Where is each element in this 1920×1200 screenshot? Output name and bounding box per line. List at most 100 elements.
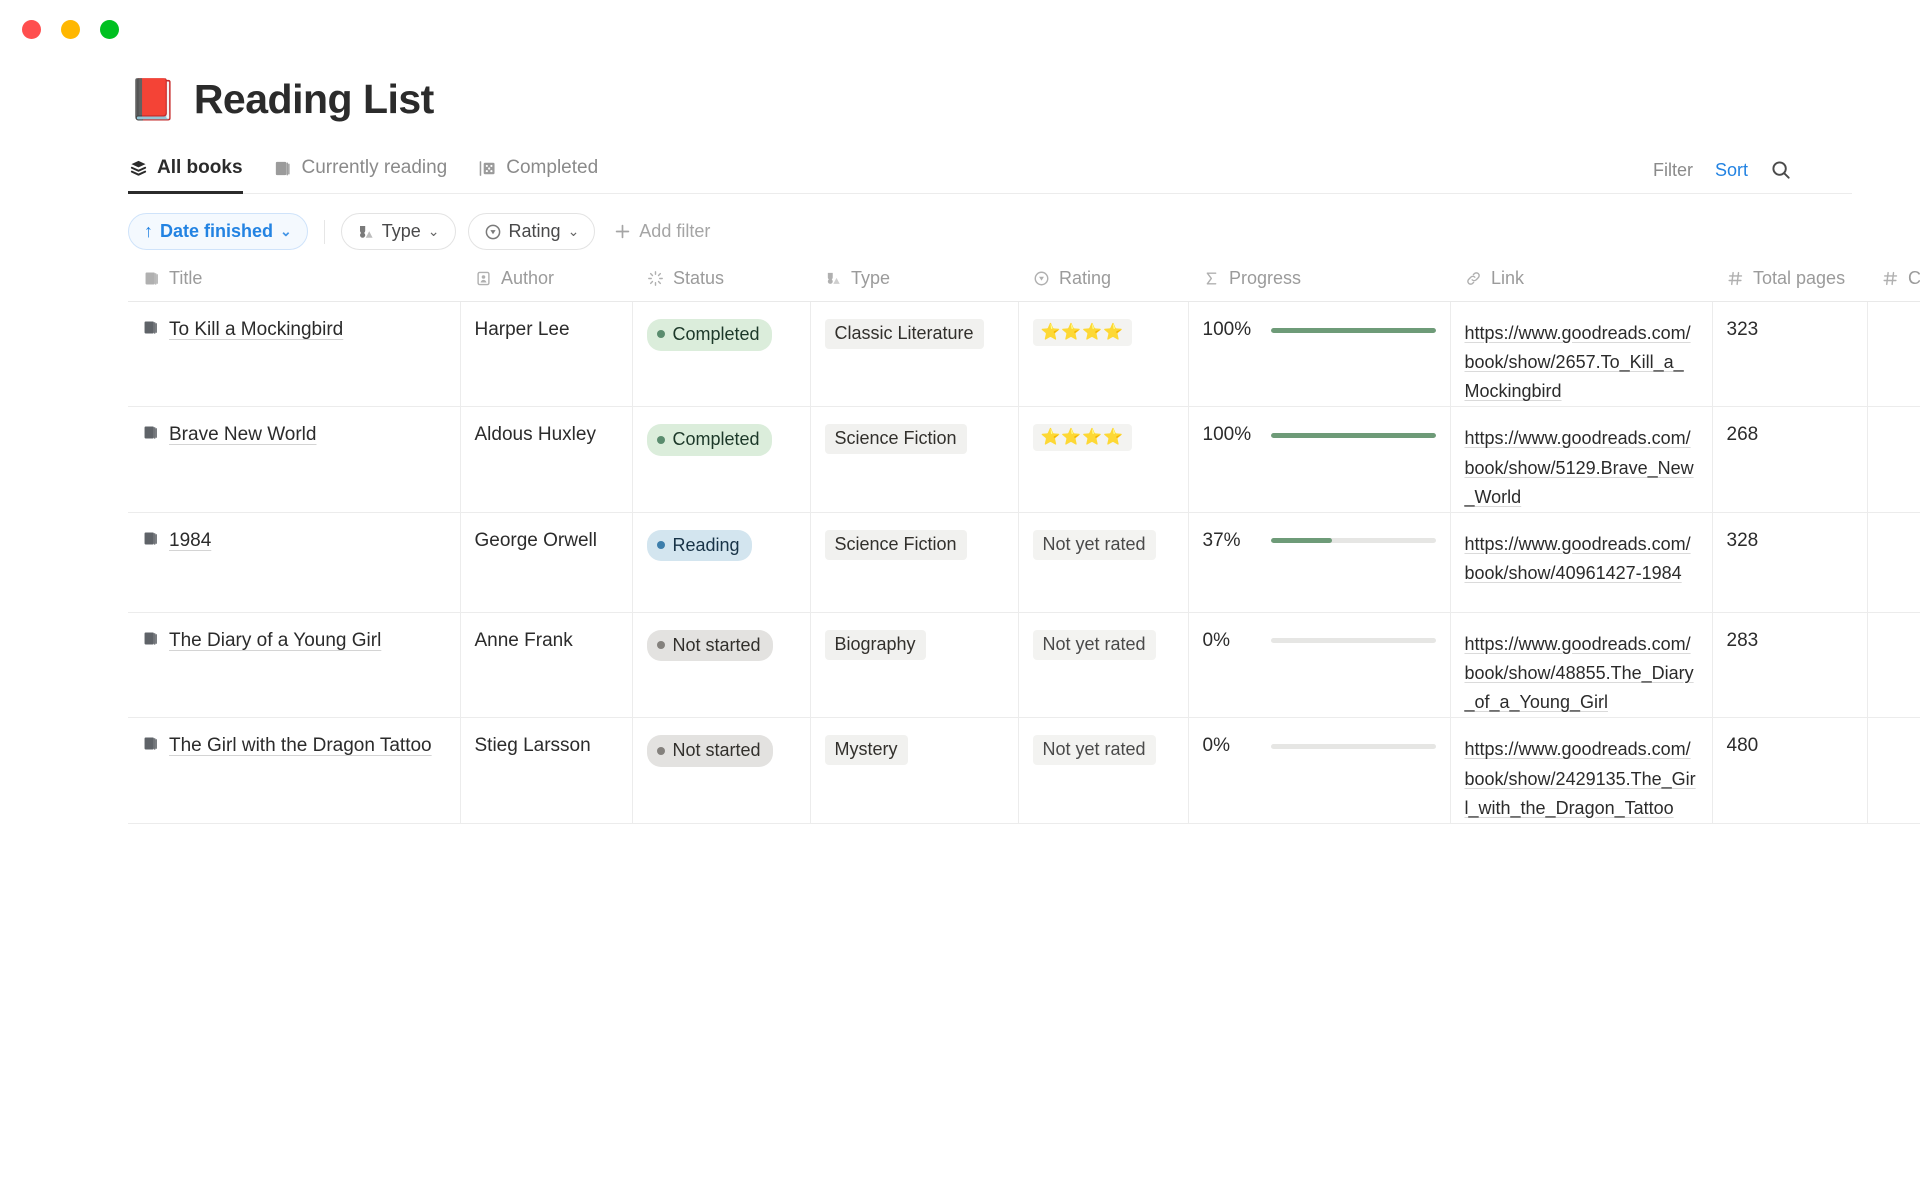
col-header-status[interactable]: Status bbox=[632, 264, 810, 302]
cell-title[interactable]: The Girl with the Dragon Tattoo bbox=[128, 717, 461, 824]
cell-rating[interactable]: ⭐⭐⭐⭐ bbox=[1018, 301, 1189, 408]
cell-rating[interactable]: Not yet rated bbox=[1018, 612, 1189, 719]
sort-button[interactable]: Sort bbox=[1715, 160, 1748, 181]
cell-rating[interactable]: Not yet rated bbox=[1018, 717, 1189, 824]
cell-type[interactable]: Science Fiction bbox=[810, 512, 1019, 613]
book-title-link[interactable]: The Girl with the Dragon Tattoo bbox=[169, 735, 432, 757]
cell-status[interactable]: Reading bbox=[632, 512, 811, 613]
type-tag[interactable]: Biography bbox=[824, 629, 926, 660]
rating-not-rated[interactable]: Not yet rated bbox=[1032, 529, 1156, 560]
cell-clipped[interactable] bbox=[1867, 717, 1920, 824]
col-header-clipped[interactable]: C bbox=[1867, 264, 1920, 302]
status-badge[interactable]: Reading bbox=[646, 529, 752, 562]
filter-chip-type[interactable]: Type ⌄ bbox=[340, 213, 456, 250]
cell-type[interactable]: Mystery bbox=[810, 717, 1019, 824]
status-badge[interactable]: Not started bbox=[646, 629, 773, 662]
cell-rating[interactable]: Not yet rated bbox=[1018, 512, 1189, 613]
status-badge[interactable]: Not started bbox=[646, 735, 773, 767]
cell-total-pages[interactable]: 268 bbox=[1712, 406, 1868, 513]
minimize-window-button[interactable] bbox=[61, 19, 80, 39]
cell-clipped[interactable] bbox=[1867, 301, 1920, 408]
cell-progress[interactable]: 100% bbox=[1188, 406, 1451, 513]
cell-title[interactable]: 1984 bbox=[128, 512, 461, 613]
book-url-link[interactable]: https://www.goodreads.com/book/show/4096… bbox=[1465, 534, 1691, 583]
book-url-link[interactable]: https://www.goodreads.com/book/show/2657… bbox=[1465, 323, 1691, 401]
tab-label: All books bbox=[157, 157, 243, 178]
cell-link[interactable]: https://www.goodreads.com/book/show/5129… bbox=[1450, 406, 1713, 513]
col-header-total-pages[interactable]: Total pages bbox=[1712, 264, 1867, 302]
col-header-rating[interactable]: Rating bbox=[1018, 264, 1188, 302]
cell-progress[interactable]: 100% bbox=[1188, 301, 1451, 408]
status-badge[interactable]: Completed bbox=[646, 319, 772, 351]
cell-total-pages[interactable]: 283 bbox=[1712, 612, 1868, 719]
book-url-link[interactable]: https://www.goodreads.com/book/show/2429… bbox=[1465, 739, 1696, 817]
maximize-window-button[interactable] bbox=[100, 19, 119, 39]
col-header-link[interactable]: Link bbox=[1450, 264, 1712, 302]
cell-link[interactable]: https://www.goodreads.com/book/show/2657… bbox=[1450, 301, 1713, 408]
cell-type[interactable]: Classic Literature bbox=[810, 301, 1019, 408]
cell-progress[interactable]: 0% bbox=[1188, 612, 1451, 719]
cell-status[interactable]: Completed bbox=[632, 301, 811, 408]
book-title-link[interactable]: Brave New World bbox=[169, 424, 316, 446]
cell-clipped[interactable] bbox=[1867, 406, 1920, 513]
tab-all-books[interactable]: All books bbox=[128, 157, 243, 194]
table-row[interactable]: 1984 George Orwell Reading Science Fiction N… bbox=[128, 512, 1920, 613]
type-tag[interactable]: Science Fiction bbox=[824, 424, 967, 455]
rating-stars[interactable]: ⭐⭐⭐⭐ bbox=[1032, 424, 1133, 452]
cell-author[interactable]: Aldous Huxley bbox=[460, 406, 633, 513]
close-window-button[interactable] bbox=[22, 19, 41, 39]
status-badge[interactable]: Completed bbox=[646, 424, 772, 456]
cell-total-pages[interactable]: 480 bbox=[1712, 717, 1868, 824]
filter-button[interactable]: Filter bbox=[1653, 160, 1693, 181]
table-row[interactable]: The Girl with the Dragon Tattoo Stieg Lar… bbox=[128, 717, 1920, 824]
cell-status[interactable]: Not started bbox=[632, 612, 811, 719]
tab-currently-reading[interactable]: Currently reading bbox=[273, 157, 447, 194]
table-row[interactable]: The Diary of a Young Girl Anne Frank Not s… bbox=[128, 612, 1920, 719]
cell-title[interactable]: The Diary of a Young Girl bbox=[128, 612, 461, 719]
type-tag[interactable]: Mystery bbox=[824, 735, 908, 766]
cell-progress[interactable]: 37% bbox=[1188, 512, 1451, 613]
cell-type[interactable]: Biography bbox=[810, 612, 1019, 719]
page-body: 📕 Reading List All books Currently readi… bbox=[0, 76, 1920, 824]
filter-chip-rating[interactable]: Rating ⌄ bbox=[467, 213, 596, 250]
cell-total-pages[interactable]: 328 bbox=[1712, 512, 1868, 613]
cell-link[interactable]: https://www.goodreads.com/book/show/4885… bbox=[1450, 612, 1713, 719]
cell-status[interactable]: Completed bbox=[632, 406, 811, 513]
cell-rating[interactable]: ⭐⭐⭐⭐ bbox=[1018, 406, 1189, 513]
cell-author[interactable]: Anne Frank bbox=[460, 612, 633, 719]
table-row[interactable]: To Kill a Mockingbird Harper Lee Completed… bbox=[128, 301, 1920, 408]
type-tag[interactable]: Classic Literature bbox=[824, 319, 984, 349]
cell-author[interactable]: Harper Lee bbox=[460, 301, 633, 408]
cell-status[interactable]: Not started bbox=[632, 717, 811, 824]
rating-not-rated[interactable]: Not yet rated bbox=[1032, 735, 1156, 766]
book-url-link[interactable]: https://www.goodreads.com/book/show/5129… bbox=[1465, 428, 1694, 506]
cell-total-pages[interactable]: 323 bbox=[1712, 301, 1868, 408]
col-header-progress[interactable]: Progress bbox=[1188, 264, 1450, 302]
tab-completed[interactable]: Completed bbox=[477, 157, 598, 194]
cell-author[interactable]: Stieg Larsson bbox=[460, 717, 633, 824]
book-title-link[interactable]: To Kill a Mockingbird bbox=[169, 319, 343, 341]
cell-type[interactable]: Science Fiction bbox=[810, 406, 1019, 513]
search-icon[interactable] bbox=[1770, 159, 1792, 181]
type-tag[interactable]: Science Fiction bbox=[824, 529, 967, 560]
cell-title[interactable]: Brave New World bbox=[128, 406, 461, 513]
cell-author[interactable]: George Orwell bbox=[460, 512, 633, 613]
book-title-link[interactable]: 1984 bbox=[169, 530, 211, 552]
cell-title[interactable]: To Kill a Mockingbird bbox=[128, 301, 461, 408]
sort-chip-date-finished[interactable]: ↑ Date finished ⌄ bbox=[128, 213, 308, 250]
book-title-link[interactable]: The Diary of a Young Girl bbox=[169, 630, 381, 652]
add-filter-button[interactable]: Add filter bbox=[607, 221, 716, 242]
col-header-author[interactable]: Author bbox=[460, 264, 632, 302]
add-filter-label: Add filter bbox=[639, 221, 711, 241]
book-url-link[interactable]: https://www.goodreads.com/book/show/4885… bbox=[1465, 634, 1694, 712]
cell-link[interactable]: https://www.goodreads.com/book/show/2429… bbox=[1450, 717, 1713, 824]
rating-stars[interactable]: ⭐⭐⭐⭐ bbox=[1032, 319, 1133, 346]
col-header-title[interactable]: Title bbox=[128, 264, 460, 302]
col-header-type[interactable]: Type bbox=[810, 264, 1018, 302]
cell-link[interactable]: https://www.goodreads.com/book/show/4096… bbox=[1450, 512, 1713, 613]
cell-clipped[interactable] bbox=[1867, 612, 1920, 719]
cell-progress[interactable]: 0% bbox=[1188, 717, 1451, 824]
cell-clipped[interactable] bbox=[1867, 512, 1920, 613]
rating-not-rated[interactable]: Not yet rated bbox=[1032, 629, 1156, 660]
table-row[interactable]: Brave New World Aldous Huxley Completed Sci… bbox=[128, 406, 1920, 513]
